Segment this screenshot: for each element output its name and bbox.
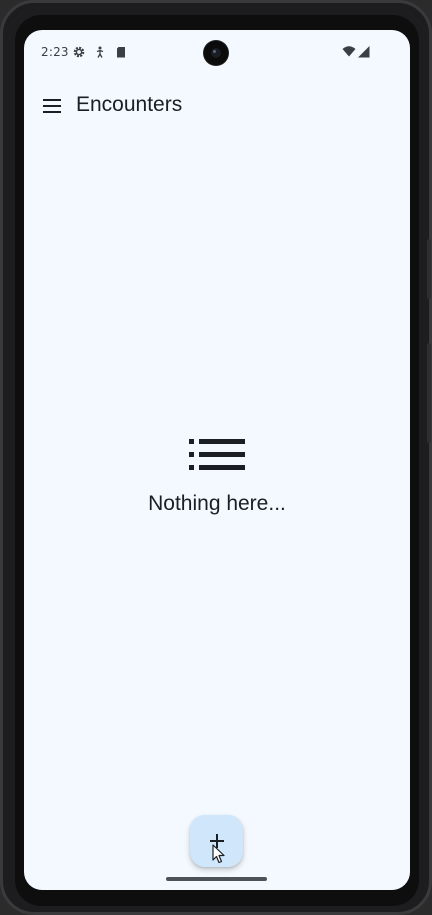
hamburger-menu-icon (43, 99, 61, 113)
gesture-navigation-handle[interactable] (166, 877, 267, 881)
sd-card-icon (117, 47, 125, 58)
device-frame: 2:23 Encounters Nothing here... (0, 0, 432, 915)
mouse-cursor-icon (212, 844, 225, 864)
volume-button (427, 239, 431, 299)
add-encounter-button[interactable] (190, 815, 243, 867)
navigation-menu-button[interactable] (34, 88, 70, 124)
wifi-icon (342, 46, 356, 57)
settings-gear-icon (73, 46, 85, 58)
status-bar: 2:23 (24, 30, 410, 76)
empty-state-message: Nothing here... (148, 492, 286, 515)
front-camera (204, 41, 228, 65)
page-title: Encounters (76, 93, 183, 116)
status-time: 2:23 (41, 45, 69, 59)
power-button (427, 343, 431, 443)
app-bar: Encounters (24, 82, 410, 130)
accessibility-icon (96, 46, 104, 58)
empty-state: Nothing here... (24, 435, 410, 516)
cellular-signal-icon (358, 46, 370, 58)
screen: 2:23 Encounters Nothing here... (24, 30, 410, 890)
list-icon (189, 439, 245, 470)
